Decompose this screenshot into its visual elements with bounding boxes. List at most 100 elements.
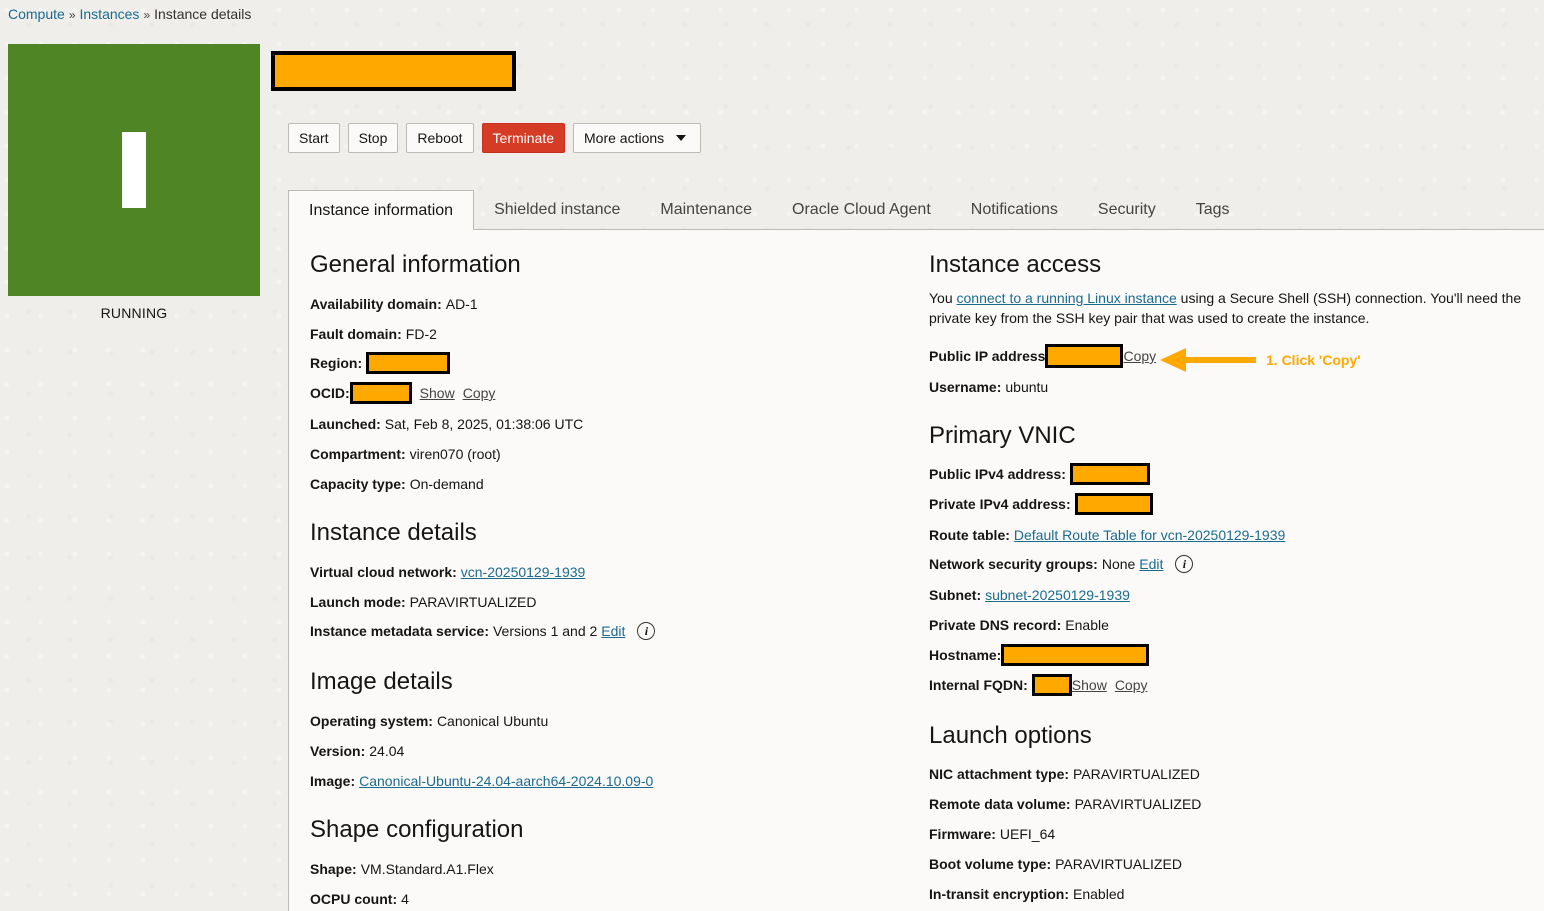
image-link[interactable]: Canonical-Ubuntu-24.04-aarch64-2024.10.0… bbox=[359, 773, 653, 789]
redacted-fqdn bbox=[1031, 674, 1072, 696]
field-label: OCPU count: bbox=[310, 891, 398, 907]
compartment-row: Compartment: viren070 (root) bbox=[310, 446, 501, 462]
breadcrumb-compute[interactable]: Compute bbox=[8, 6, 65, 22]
annotation-arrow-icon bbox=[1160, 348, 1256, 372]
fqdn-copy-link[interactable]: Copy bbox=[1115, 677, 1148, 693]
info-icon[interactable]: i bbox=[1175, 555, 1194, 573]
ocid-copy-link[interactable]: Copy bbox=[463, 385, 496, 401]
tab-oracle-cloud-agent[interactable]: Oracle Cloud Agent bbox=[772, 190, 951, 230]
tab-tags[interactable]: Tags bbox=[1176, 190, 1250, 230]
field-value: viren070 (root) bbox=[409, 446, 501, 462]
field-label: Network security groups: bbox=[929, 556, 1098, 572]
shape-row: Shape: VM.Standard.A1.Flex bbox=[310, 861, 494, 877]
tab-notifications[interactable]: Notifications bbox=[951, 190, 1078, 230]
remote-volume-row: Remote data volume: PARAVIRTUALIZED bbox=[929, 796, 1201, 812]
field-label: Route table: bbox=[929, 527, 1010, 543]
metadata-row: Instance metadata service: Versions 1 and… bbox=[310, 622, 656, 640]
field-value: FD-2 bbox=[405, 326, 437, 342]
nsg-edit-link[interactable]: Edit bbox=[1139, 556, 1163, 572]
field-value: PARAVIRTUALIZED bbox=[1055, 856, 1182, 872]
launched-row: Launched: Sat, Feb 8, 2025, 01:38:06 UTC bbox=[310, 416, 583, 432]
nsg-row: Network security groups: None Edit i bbox=[929, 555, 1194, 573]
launch-mode-row: Launch mode: PARAVIRTUALIZED bbox=[310, 594, 536, 610]
subnet-link[interactable]: subnet-20250129-1939 bbox=[985, 587, 1130, 603]
section-title-shape: Shape configuration bbox=[310, 816, 524, 843]
metadata-edit-link[interactable]: Edit bbox=[601, 623, 625, 639]
field-value: Canonical Ubuntu bbox=[436, 713, 549, 729]
field-label: Hostname: bbox=[929, 647, 1002, 663]
status-label: RUNNING bbox=[100, 305, 168, 321]
section-title-vnic: Primary VNIC bbox=[929, 422, 1076, 449]
more-actions-label: More actions bbox=[584, 130, 665, 146]
field-value: PARAVIRTUALIZED bbox=[409, 594, 537, 610]
redacted-public-ipv4 bbox=[1069, 463, 1150, 485]
firmware-row: Firmware: UEFI_64 bbox=[929, 826, 1055, 842]
field-label: Boot volume type: bbox=[929, 856, 1052, 872]
field-value: 4 bbox=[401, 891, 409, 907]
dns-row: Private DNS record: Enable bbox=[929, 617, 1109, 633]
public-ipv4-row: Public IPv4 address: bbox=[929, 463, 1150, 485]
redacted-region bbox=[366, 352, 451, 374]
field-value: PARAVIRTUALIZED bbox=[1073, 766, 1200, 782]
action-toolbar: Start Stop Reboot Terminate More actions bbox=[288, 123, 702, 153]
breadcrumb-separator: » bbox=[143, 8, 151, 22]
connect-linux-link[interactable]: connect to a running Linux instance bbox=[957, 290, 1177, 306]
redacted-private-ipv4 bbox=[1074, 493, 1153, 515]
field-label: Region: bbox=[310, 355, 363, 371]
info-icon[interactable]: i bbox=[637, 622, 656, 640]
route-table-link[interactable]: Default Route Table for vcn-20250129-193… bbox=[1014, 527, 1285, 543]
breadcrumb: Compute» Instances» Instance details bbox=[8, 6, 251, 22]
tab-security[interactable]: Security bbox=[1078, 190, 1176, 230]
access-description: You connect to a running Linux instance … bbox=[929, 288, 1529, 328]
field-label: Instance metadata service: bbox=[310, 623, 489, 639]
tab-shielded-instance[interactable]: Shielded instance bbox=[474, 190, 640, 230]
stop-button[interactable]: Stop bbox=[347, 123, 399, 153]
field-value: On-demand bbox=[409, 476, 484, 492]
more-actions-button[interactable]: More actions bbox=[573, 123, 702, 153]
reboot-button[interactable]: Reboot bbox=[406, 123, 474, 153]
field-label: Virtual cloud network: bbox=[310, 564, 457, 580]
field-label: Launch mode: bbox=[310, 594, 406, 610]
field-label: Shape: bbox=[310, 861, 357, 877]
field-label: NIC attachment type: bbox=[929, 766, 1070, 782]
terminate-button[interactable]: Terminate bbox=[481, 123, 566, 153]
boot-volume-row: Boot volume type: PARAVIRTUALIZED bbox=[929, 856, 1182, 872]
region-row: Region: bbox=[310, 352, 451, 374]
fqdn-show-link[interactable]: Show bbox=[1072, 677, 1107, 693]
tab-maintenance[interactable]: Maintenance bbox=[640, 190, 772, 230]
field-label: OCID: bbox=[310, 385, 350, 401]
start-button[interactable]: Start bbox=[288, 123, 340, 153]
field-label: Remote data volume: bbox=[929, 796, 1071, 812]
field-label: Operating system: bbox=[310, 713, 433, 729]
capacity-row: Capacity type: On-demand bbox=[310, 476, 484, 492]
availability-domain-row: Availability domain: AD-1 bbox=[310, 296, 478, 312]
vcn-link[interactable]: vcn-20250129-1939 bbox=[461, 564, 586, 580]
instance-letter-glyph bbox=[122, 132, 146, 208]
redacted-instance-name bbox=[271, 51, 516, 91]
ocid-show-link[interactable]: Show bbox=[420, 385, 455, 401]
fqdn-row: Internal FQDN: Show Copy bbox=[929, 674, 1148, 696]
fault-domain-row: Fault domain: FD-2 bbox=[310, 326, 437, 342]
ocpu-row: OCPU count: 4 bbox=[310, 891, 409, 907]
field-label: Fault domain: bbox=[310, 326, 402, 342]
version-row: Version: 24.04 bbox=[310, 743, 404, 759]
section-title-image: Image details bbox=[310, 668, 453, 695]
section-title-access: Instance access bbox=[929, 251, 1102, 278]
tab-instance-information[interactable]: Instance information bbox=[288, 190, 475, 231]
section-title-general: General information bbox=[310, 251, 521, 278]
field-label: Capacity type: bbox=[310, 476, 406, 492]
field-label: Private DNS record: bbox=[929, 617, 1062, 633]
field-label: Compartment: bbox=[310, 446, 406, 462]
vcn-row: Virtual cloud network: vcn-20250129-1939 bbox=[310, 564, 585, 580]
annotation-label: 1. Click 'Copy' bbox=[1266, 352, 1361, 368]
breadcrumb-instances[interactable]: Instances bbox=[80, 6, 140, 22]
public-ip-copy-link[interactable]: Copy bbox=[1123, 348, 1156, 364]
field-label: In-transit encryption: bbox=[929, 886, 1070, 902]
field-value: Versions 1 and 2 bbox=[492, 623, 598, 639]
breadcrumb-current: Instance details bbox=[154, 6, 252, 22]
field-label: Availability domain: bbox=[310, 296, 442, 312]
subnet-row: Subnet: subnet-20250129-1939 bbox=[929, 587, 1130, 603]
tab-content-panel: General information Availability domain:… bbox=[288, 230, 1544, 911]
section-title-launch: Launch options bbox=[929, 722, 1092, 749]
field-label: Internal FQDN: bbox=[929, 677, 1028, 693]
